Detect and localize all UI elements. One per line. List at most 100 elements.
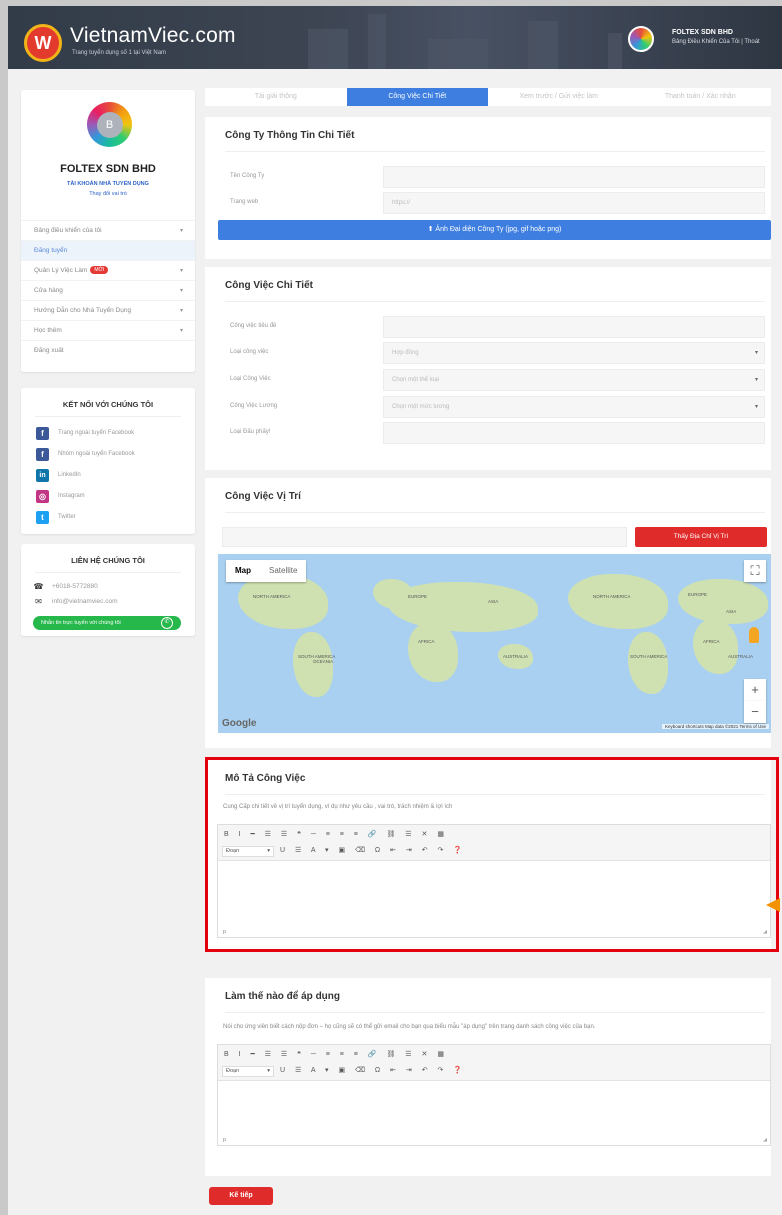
divider xyxy=(225,151,765,152)
logo-text[interactable]: VietnamViec.com xyxy=(70,24,236,48)
toolbar-row-2[interactable]: U ☰ A ▾ ▣ ⌫ Ω ⇤ ⇥ ↶ ↷ ❓ xyxy=(280,846,466,854)
toolbar-row-1[interactable]: B I ━ ☰ ☰ ❝ ─ ≡ ≡ ≡ 🔗 ⛓ ☰ ✕ ▦ xyxy=(224,830,448,838)
salary-row: Công Việc Lương Chọn một mức lương ▾ xyxy=(225,396,765,418)
chevron-down-icon: ▾ xyxy=(267,848,270,854)
field-label: Loại công việc xyxy=(230,349,269,355)
description-hint: Cung Cấp chi tiết về vị trí tuyển dụng, … xyxy=(223,804,453,810)
job-type-row: Loại công việc Hợp đồng ▾ xyxy=(225,342,765,364)
contact-phone[interactable]: ☎ +6018-5772880 xyxy=(34,582,98,591)
contact-email[interactable]: ✉ info@vietnamviec.com xyxy=(34,597,117,606)
upload-logo-button[interactable]: ⬆ Ảnh Đại diện Công Ty (jpg, gif hoặc pn… xyxy=(218,220,771,240)
job-category-row: Loại Công Việc Chọn một thể loại ▾ xyxy=(225,369,765,391)
map-footer[interactable]: Keyboard shortcuts Map data ©2021 Terms … xyxy=(661,724,769,729)
editor-toolbar: B I ━ ☰ ☰ ❝ ─ ≡ ≡ ≡ 🔗 ⛓ ☰ ✕ ▦ Đoạn ▾ U ☰ … xyxy=(218,1045,770,1081)
profile-panel: B FOLTEX SDN BHD TÀI KHOẢN NHÀ TUYỂN DỤN… xyxy=(21,90,195,372)
description-editor[interactable]: B I ━ ☰ ☰ ❝ ─ ≡ ≡ ≡ 🔗 ⛓ ☰ ✕ ▦ Đoạn ▾ U ☰ … xyxy=(217,824,771,938)
sidebar-item-manage-jobs[interactable]: Quản Lý Việc Làm MỚI ▾ xyxy=(21,260,195,280)
social-instagram[interactable]: ◎ Instagram xyxy=(36,489,85,503)
map-label: AUSTRALIA xyxy=(503,654,529,659)
pointer-arrow-icon xyxy=(766,898,780,912)
location-input[interactable] xyxy=(222,527,627,547)
contact-title: LIÊN HỆ CHÚNG TÔI xyxy=(71,556,145,565)
sidebar-item-logout[interactable]: Đăng xuất xyxy=(21,340,195,360)
chevron-down-icon: ▾ xyxy=(754,377,758,383)
map-label: OCEANIA xyxy=(313,659,334,664)
sidebar-item-dashboard[interactable]: Bảng điều khiển của tôi ▾ xyxy=(21,220,195,240)
world-map[interactable]: Map Satellite ⛶ + − Google Keyboard shor… xyxy=(218,554,771,733)
editor-status: p xyxy=(223,1137,227,1143)
whatsapp-icon: ✆ xyxy=(161,617,173,629)
divider xyxy=(35,572,181,573)
fullscreen-icon[interactable]: ⛶ xyxy=(744,560,766,582)
zoom-out-button[interactable]: − xyxy=(744,701,766,723)
whatsapp-chat-button[interactable]: Nhắn tin trực tuyến với chúng tôi ✆ xyxy=(33,616,181,630)
social-linkedin[interactable]: in LinkedIn xyxy=(36,468,81,482)
field-label: Tên Công Ty xyxy=(230,173,265,179)
field-label: Loại Đấu phấy! xyxy=(230,429,271,435)
sidebar-item-learn-more[interactable]: Học thêm ▾ xyxy=(21,320,195,340)
company-name-input[interactable] xyxy=(383,166,765,188)
map-label: EUROPE xyxy=(688,592,708,597)
chevron-down-icon: ▾ xyxy=(179,228,183,234)
step-3[interactable]: Xem trước / Gửi việc làm xyxy=(488,88,630,106)
logo-tagline: Trang tuyển dụng số 1 tại Việt Nam xyxy=(72,50,167,56)
step-1[interactable]: Tài giải thông xyxy=(205,88,347,106)
divider xyxy=(225,1012,765,1013)
chevron-down-icon: ▾ xyxy=(267,1068,270,1074)
website-input[interactable]: https:// xyxy=(383,192,765,214)
section-title: Công Việc Chi Tiết xyxy=(225,280,313,291)
sidebar-menu: Bảng điều khiển của tôi ▾ Đăng tuyển Quản… xyxy=(21,220,195,360)
section-title: Làm thế nào để áp dụng xyxy=(225,991,341,1002)
field-label: Công Việc Lương xyxy=(230,403,278,409)
new-badge: MỚI xyxy=(90,266,109,275)
map-label: NORTH AMERICA xyxy=(253,594,291,599)
step-4[interactable]: Thanh toán / Xác nhận xyxy=(630,88,772,106)
find-location-button[interactable]: Thấy Địa Chỉ Vị Trí xyxy=(635,527,767,547)
chevron-down-icon: ▾ xyxy=(179,308,183,314)
phone-icon: ☎ xyxy=(33,582,44,591)
header-user-links[interactable]: Bảng Điều Khiển Của Tôi | Thoát xyxy=(672,39,760,45)
sidebar-item-post-job[interactable]: Đăng tuyển xyxy=(21,240,195,260)
map-label: AUSTRALIA xyxy=(728,654,754,659)
map-label: ASIA xyxy=(726,609,737,614)
field-label: Loại Công Việc xyxy=(230,376,271,382)
chevron-down-icon: ▾ xyxy=(754,350,758,356)
map-label: ASIA xyxy=(488,599,499,604)
resize-handle-icon[interactable]: ◢ xyxy=(763,1137,767,1143)
toolbar-row-1[interactable]: B I ━ ☰ ☰ ❝ ─ ≡ ≡ ≡ 🔗 ⛓ ☰ ✕ ▦ xyxy=(224,1050,448,1058)
map-tab[interactable]: Map xyxy=(226,560,260,582)
next-button[interactable]: Kế tiếp xyxy=(209,1187,273,1205)
social-facebook-page[interactable]: f Trang ngoài tuyển Facebook xyxy=(36,426,134,440)
map-label: NORTH AMERICA xyxy=(593,594,631,599)
header-avatar[interactable] xyxy=(628,26,654,52)
job-type-select[interactable]: Hợp đồng ▾ xyxy=(383,342,765,364)
expiry-input[interactable] xyxy=(383,422,765,444)
step-2[interactable]: Công Việc Chi Tiết xyxy=(346,88,488,106)
job-category-select[interactable]: Chọn một thể loại ▾ xyxy=(383,369,765,391)
sidebar-item-store[interactable]: Cửa hàng ▾ xyxy=(21,280,195,300)
location-card: Công Việc Vị Trí Thấy Địa Chỉ Vị Trí Map… xyxy=(205,478,771,748)
logo-icon[interactable]: W xyxy=(24,24,62,62)
twitter-icon: t xyxy=(36,510,49,524)
apply-card: Làm thế nào để áp dụng Nói cho ứng viên … xyxy=(205,978,771,1176)
resize-handle-icon[interactable]: ◢ xyxy=(763,929,767,935)
instagram-icon: ◎ xyxy=(36,489,49,503)
apply-editor[interactable]: B I ━ ☰ ☰ ❝ ─ ≡ ≡ ≡ 🔗 ⛓ ☰ ✕ ▦ Đoạn ▾ U ☰ … xyxy=(217,1044,771,1146)
profile-avatar[interactable]: B xyxy=(87,102,132,147)
change-role-link[interactable]: Thay đổi vai trò xyxy=(21,191,195,197)
social-twitter[interactable]: t Twitter xyxy=(36,510,76,524)
format-select[interactable]: Đoạn ▾ xyxy=(222,846,274,857)
divider xyxy=(225,794,765,795)
toolbar-row-2[interactable]: U ☰ A ▾ ▣ ⌫ Ω ⇤ ⇥ ↶ ↷ ❓ xyxy=(280,1066,466,1074)
chevron-down-icon: ▾ xyxy=(179,328,183,334)
street-view-pegman-icon[interactable] xyxy=(749,627,759,643)
map-label: EUROPE xyxy=(408,594,428,599)
chevron-down-icon: ▾ xyxy=(179,268,183,274)
sidebar-item-employer-guide[interactable]: Hướng Dẫn cho Nhà Tuyển Dụng ▾ xyxy=(21,300,195,320)
job-title-input[interactable] xyxy=(383,316,765,338)
satellite-tab[interactable]: Satellite xyxy=(260,560,306,582)
salary-select[interactable]: Chọn một mức lương ▾ xyxy=(383,396,765,418)
format-select[interactable]: Đoạn ▾ xyxy=(222,1066,274,1077)
zoom-in-button[interactable]: + xyxy=(744,679,766,701)
social-facebook-group[interactable]: f Nhóm ngoài tuyển Facebook xyxy=(36,447,135,461)
